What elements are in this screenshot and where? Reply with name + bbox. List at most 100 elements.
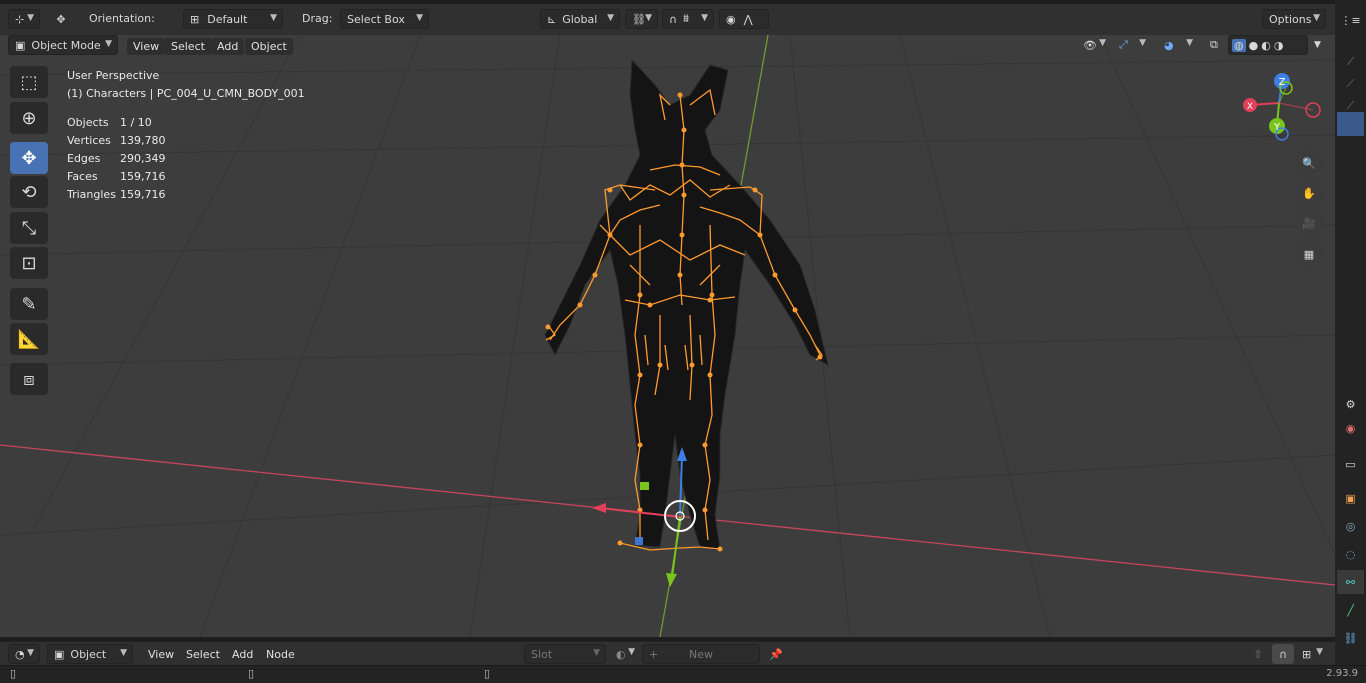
material-browse-button[interactable]: ◐ ▼ [610, 644, 640, 664]
bottom-menu-view[interactable]: View [142, 646, 180, 663]
xray-icon: ⧉ [1210, 38, 1218, 51]
transform-orientation-dropdown[interactable]: ⊾ Global ▼ [540, 9, 620, 29]
rotate-icon: ⟲ [21, 181, 37, 203]
measure-tool[interactable]: 📐 [10, 323, 48, 355]
options-dropdown[interactable]: Options ▼ [1262, 9, 1326, 29]
object-properties-tab[interactable]: ▣ [1337, 486, 1364, 510]
tool-properties-tab[interactable]: ⚙ [1337, 392, 1364, 416]
parent-node-tree-button[interactable]: ⇧ [1247, 644, 1269, 664]
move-tool[interactable]: ✥ [10, 142, 48, 174]
drag-dropdown[interactable]: Select Box ▼ [340, 9, 429, 29]
cursor-tool[interactable]: ⊕ [10, 102, 48, 134]
x-axis-label: X [1247, 102, 1253, 112]
cursor-icon: ⊕ [21, 107, 37, 129]
pin-icon: ⟋ [1346, 55, 1355, 68]
proportional-edit-dropdown[interactable]: ◉ ⋀ [719, 9, 769, 29]
bottom-menu-select[interactable]: Select [180, 646, 226, 663]
move-icon: ✥ [21, 147, 37, 169]
stat-row-vertices: Vertices 139,780 [67, 134, 166, 147]
object-type-dropdown[interactable]: ▣ Object ▼ [47, 644, 133, 664]
transform-tool[interactable]: ⊡ [10, 247, 48, 279]
bottom-editor-type-button[interactable]: ◔ ▼ [8, 644, 40, 664]
overlays-dropdown[interactable]: ◕ ▼ [1158, 35, 1198, 55]
bottom-menu-node[interactable]: Node [260, 646, 301, 663]
scale-tool[interactable]: ⤡ [10, 212, 48, 244]
falloff-curve-icon: ⋀ [743, 12, 753, 26]
editor-type-button[interactable]: ⊹ ▼ [8, 9, 40, 29]
constraint-icon: ⛓ [1343, 631, 1358, 645]
menu-view[interactable]: View [127, 38, 166, 55]
magnet-icon: ∩ [1278, 647, 1288, 661]
slot-dropdown[interactable]: Slot ▼ [524, 644, 606, 664]
options-label: Options [1269, 12, 1312, 26]
perspective-toggle-button[interactable]: ▦ [1296, 241, 1322, 267]
snap-toggle[interactable]: ∩ [1272, 644, 1294, 664]
select-box-icon: ⬚ [20, 71, 38, 93]
camera-view-button[interactable]: 🎥 [1296, 210, 1322, 236]
mode-dropdown[interactable]: ▣ Object Mode ▼ [8, 35, 118, 55]
new-material-button[interactable]: + New [642, 644, 760, 664]
version-label: 2.93.9 [1326, 668, 1358, 679]
pin-button-1[interactable]: ⟋ [1337, 50, 1364, 74]
object-icon: ▣ [1345, 491, 1356, 505]
proportional-edit-icon: ◉ [726, 12, 736, 26]
drag-value: Select Box [347, 12, 405, 26]
menu-select[interactable]: Select [165, 38, 211, 55]
world-icon: ◉ [1345, 421, 1356, 435]
y-axis-label: Y [1273, 122, 1281, 133]
collection-label: (1) Characters | PC_004_U_CMN_BODY_001 [67, 87, 305, 100]
add-cube-tool[interactable]: ⧈ [10, 363, 48, 395]
orientation-label: Orientation: [89, 12, 155, 25]
modifier-properties-tab[interactable]: ◎ [1337, 514, 1364, 538]
add-cube-icon: ⧈ [23, 368, 35, 390]
bottom-menu-add[interactable]: Add [226, 646, 259, 663]
snap-element-dropdown[interactable]: ⊞ ▼ [1296, 644, 1328, 664]
wireframe-shading-icon[interactable]: ◍ [1232, 38, 1246, 52]
select-box-tool[interactable]: ⬚ [10, 66, 48, 98]
rotate-tool[interactable]: ⟲ [10, 176, 48, 208]
visibility-dropdown[interactable]: 👁 ▼ [1077, 35, 1111, 55]
physics-properties-tab[interactable]: ◌ [1337, 542, 1364, 566]
armature-icon: ⚯ [1345, 575, 1356, 589]
active-item-highlight[interactable] [1337, 112, 1364, 136]
arrow-up-icon: ⇧ [1253, 647, 1263, 661]
outliner-button[interactable]: ⋮≡ [1337, 8, 1364, 32]
pin-material-button[interactable]: 📌 [765, 644, 787, 664]
menu-object[interactable]: Object [245, 38, 293, 55]
pin-icon: ⟋ [1346, 77, 1355, 90]
constraint-properties-tab[interactable]: ⛓ [1337, 626, 1364, 650]
camera-icon: 🎥 [1302, 216, 1316, 230]
bone-properties-tab[interactable]: ╱ [1337, 598, 1364, 622]
transform-space-value: Global [562, 12, 598, 26]
pin-button-2[interactable]: ⟋ [1337, 72, 1364, 96]
render-properties-tab[interactable]: ◉ [1337, 416, 1364, 440]
stat-row-objects: Objects 1 / 10 [67, 116, 152, 129]
shading-options-dropdown[interactable]: ▼ [1308, 35, 1328, 55]
xray-toggle[interactable]: ⧉ [1204, 35, 1224, 55]
menu-add[interactable]: Add [211, 38, 245, 55]
magnet-icon: ∩ [669, 12, 678, 26]
slot-label: Slot [531, 647, 553, 661]
move-tool-icon[interactable]: ✥ [50, 9, 72, 29]
pan-button[interactable]: ✋ [1296, 180, 1322, 206]
transform-icon: ⊡ [21, 252, 37, 274]
gizmo-dropdown[interactable]: ⤢ ▼ [1113, 35, 1151, 55]
material-shading-icon[interactable]: ◐ [1261, 39, 1271, 52]
rendered-shading-icon[interactable]: ◑ [1274, 39, 1284, 52]
character-mesh [544, 58, 829, 551]
global-axes-icon: ⊾ [547, 12, 557, 26]
orientation-dropdown[interactable]: ⊞ Default ▼ [183, 9, 283, 29]
shading-modes: ◍ ● ◐ ◑ [1228, 35, 1308, 55]
eye-icon: 👁 [1083, 38, 1097, 52]
solid-shading-icon[interactable]: ● [1249, 39, 1259, 52]
chevron-down-icon: ▼ [1314, 40, 1321, 50]
grid-icon: ▦ [1303, 247, 1315, 261]
pin-icon: 📌 [769, 647, 783, 661]
annotate-tool[interactable]: ✎ [10, 288, 48, 320]
snap-dropdown[interactable]: ∩ ⩩ ▼ [662, 9, 714, 29]
navigation-gizmo[interactable]: Z X Y [1243, 73, 1321, 141]
output-properties-tab[interactable]: ▭ [1337, 452, 1364, 476]
armature-properties-tab[interactable]: ⚯ [1337, 570, 1364, 594]
pivot-point-dropdown[interactable]: ⛓ ▼ [625, 9, 658, 29]
zoom-button[interactable]: 🔍 [1296, 150, 1322, 176]
